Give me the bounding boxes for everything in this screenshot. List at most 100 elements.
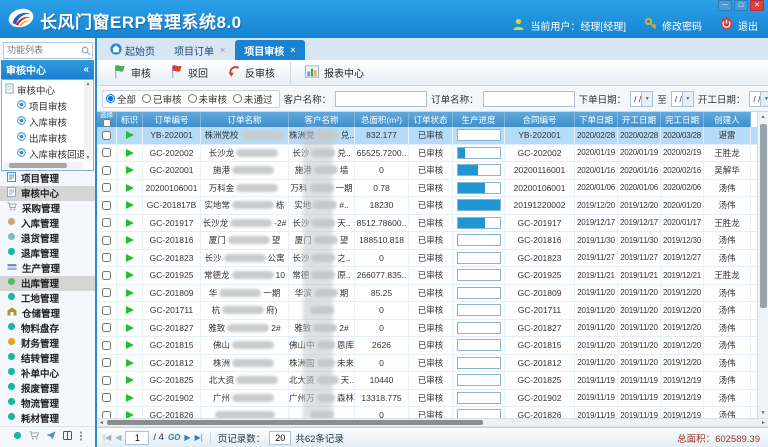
tree-root-item[interactable]: 审核中心	[5, 82, 83, 98]
chevron-down-icon[interactable]: ▼	[760, 92, 768, 106]
table-row[interactable]: GC-2018260已审核GC-2018262019/11/192019/11/…	[97, 407, 768, 418]
table-row[interactable]: GC-201917长沙龙-2#长沙天..8512.78600..已审核GC-20…	[97, 215, 768, 233]
chevron-down-icon[interactable]: ▼	[641, 92, 652, 106]
sidebar-item-11[interactable]: 财务管理	[0, 336, 95, 351]
horizontal-scrollbar[interactable]: ◄ ►	[97, 418, 768, 427]
toolbar-button-2[interactable]: 反审核	[217, 62, 284, 84]
row-checkbox[interactable]	[102, 271, 111, 280]
book-icon[interactable]	[63, 431, 72, 442]
sidebar-item-15[interactable]: 物流管理	[0, 396, 95, 411]
table-row[interactable]: GC-201711杭府)0已审核GC-2017112019/11/202019/…	[97, 302, 768, 320]
table-row[interactable]: GC-201817B实地常栋实地#..18230已审核2019122000220…	[97, 197, 768, 215]
table-row[interactable]: GC-202002长沙龙长沙兑..65525.7200..已审核GC-20200…	[97, 145, 768, 163]
row-checkbox[interactable]	[102, 253, 111, 262]
tree-item-2[interactable]: 出库审核	[5, 130, 83, 146]
column-header-area[interactable]: 总面积(m²)	[355, 112, 409, 127]
column-header-start_date[interactable]: 开工日期	[618, 112, 661, 127]
scroll-right-icon[interactable]: ►	[759, 419, 768, 427]
tree-vertical-scrollbar[interactable]: ▲▼	[84, 81, 92, 161]
scroll-left-icon[interactable]: ◄	[97, 419, 106, 427]
scrollbar-thumb[interactable]	[760, 124, 767, 308]
sidebar-item-1[interactable]: 审核中心	[0, 186, 95, 201]
scroll-down-icon[interactable]: ▼	[758, 408, 768, 418]
tab-close-icon[interactable]: ×	[220, 45, 225, 55]
table-row[interactable]: YB-202001株洲党校株洲党兑..832.177已审核YB-20200120…	[97, 127, 768, 145]
row-checkbox[interactable]	[102, 166, 111, 175]
toolbar-button-0[interactable]: 审核	[103, 62, 160, 84]
column-header-contract[interactable]: 合同编号	[505, 112, 575, 127]
sidebar-item-8[interactable]: 工地管理	[0, 291, 95, 306]
sidebar-item-9[interactable]: 仓储管理	[0, 306, 95, 321]
row-checkbox[interactable]	[102, 288, 111, 297]
radio-input[interactable]	[233, 94, 242, 103]
status-radio-3[interactable]: 未通过	[233, 92, 273, 106]
customer-name-input[interactable]	[335, 91, 427, 107]
row-checkbox[interactable]	[102, 306, 111, 315]
table-row[interactable]: GC-201816厦门望厦门望188510.818已审核GC-201816201…	[97, 232, 768, 250]
chevron-down-icon[interactable]: ▼	[682, 92, 693, 106]
function-search-input[interactable]	[3, 42, 93, 59]
table-row[interactable]: GC-201902广州广州万森林13318.775已审核GC-201902201…	[97, 390, 768, 408]
row-checkbox[interactable]	[102, 358, 111, 367]
sidebar-item-13[interactable]: 补单中心	[0, 366, 95, 381]
column-header-creator[interactable]: 创建人	[704, 112, 751, 127]
column-header-order_date[interactable]: 下单日期	[575, 112, 618, 127]
table-row[interactable]: GC-201823长沙公寓长沙之..0已审核GC-2018232019/11/2…	[97, 250, 768, 268]
row-checkbox[interactable]	[102, 218, 111, 227]
search-icon[interactable]	[81, 43, 91, 61]
row-checkbox[interactable]	[102, 341, 111, 350]
row-checkbox[interactable]	[102, 323, 111, 332]
radio-input[interactable]	[142, 94, 151, 103]
row-checkbox[interactable]	[102, 131, 111, 140]
sidebar-item-16[interactable]: 耗材管理	[0, 411, 95, 426]
column-header-finish_date[interactable]: 完工日期	[661, 112, 704, 127]
cart-icon[interactable]	[29, 431, 39, 442]
tree-item-3[interactable]: 入库审核回退	[5, 146, 83, 162]
table-row[interactable]: GC-201825北大资北大资天..10440已审核GC-2018252019/…	[97, 372, 768, 390]
sidebar-item-5[interactable]: 退库管理	[0, 246, 95, 261]
status-radio-0[interactable]: 全部	[106, 92, 136, 106]
minimize-button[interactable]: ─	[718, 0, 732, 11]
start-date-input[interactable]: / /▼	[749, 91, 768, 107]
scroll-up-icon[interactable]: ▲	[758, 112, 768, 122]
tab-2[interactable]: 项目审核×	[235, 40, 304, 60]
table-row[interactable]: GC-202001施港施港墙0已审核202001160012020/01/162…	[97, 162, 768, 180]
order-name-input[interactable]	[483, 91, 575, 107]
close-button[interactable]: ✕	[750, 0, 764, 11]
first-page-button[interactable]: |◀	[103, 433, 111, 442]
column-header-status[interactable]: 订单状态	[409, 112, 453, 127]
tab-0[interactable]: 起始页	[101, 40, 164, 60]
sidebar-item-4[interactable]: 退货管理	[0, 231, 95, 246]
column-header-progress[interactable]: 生产进度	[453, 112, 505, 127]
select-all-checkbox[interactable]	[103, 119, 111, 127]
hscrollbar-thumb[interactable]	[107, 420, 483, 425]
sidebar-item-14[interactable]: 报废管理	[0, 381, 95, 396]
column-header-order_name[interactable]: 订单名称	[201, 112, 289, 127]
status-radio-1[interactable]: 已审核	[142, 92, 182, 106]
order-date-from-input[interactable]: / /▼	[630, 91, 653, 107]
row-checkbox[interactable]	[102, 201, 111, 210]
radio-input[interactable]	[188, 94, 197, 103]
table-row[interactable]: 20200106001万科金万科一期0.78已审核202001060012020…	[97, 180, 768, 198]
sidebar-panel-header[interactable]: 审核中心 «	[1, 60, 94, 79]
status-radio-2[interactable]: 未审核	[188, 92, 228, 106]
column-header-flag[interactable]: 标识	[117, 112, 143, 127]
table-row[interactable]: GC-201815佛山佛山中恩库2626已审核GC-2018152019/11/…	[97, 337, 768, 355]
dot-icon[interactable]	[13, 431, 22, 442]
next-page-button[interactable]: ▶	[184, 433, 190, 442]
row-checkbox[interactable]	[102, 376, 111, 385]
sidebar-item-0[interactable]: 项目管理	[0, 171, 95, 186]
sidebar-item-3[interactable]: 入库管理	[0, 216, 95, 231]
sidebar-item-7[interactable]: 出库管理	[0, 276, 95, 291]
column-header-sel[interactable]: 选择	[97, 112, 117, 127]
radio-input[interactable]	[106, 94, 115, 103]
last-page-button[interactable]: ▶|	[195, 433, 203, 442]
more-icon[interactable]	[79, 431, 83, 443]
toolbar-button-3[interactable]: 报表中心	[290, 62, 373, 84]
column-header-order_no[interactable]: 订单编号	[143, 112, 201, 127]
tree-horizontal-scrollbar[interactable]	[3, 162, 83, 169]
tab-1[interactable]: 项目订单×	[165, 40, 234, 60]
maximize-button[interactable]: □	[734, 0, 748, 11]
table-row[interactable]: GC-201809华一期华滨期85.25已审核GC-2018092019/11/…	[97, 285, 768, 303]
row-checkbox[interactable]	[102, 236, 111, 245]
